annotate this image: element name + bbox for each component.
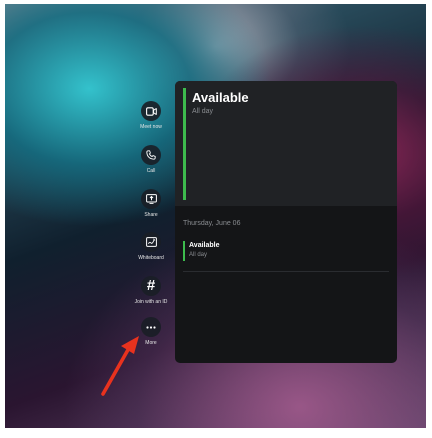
- ellipsis-icon: [146, 325, 156, 329]
- call-button[interactable]: Call: [131, 145, 171, 174]
- current-status-title: Available: [192, 90, 249, 105]
- share-label: Share: [144, 212, 158, 218]
- whiteboard-button-circle[interactable]: [141, 232, 161, 252]
- video-camera-icon: [145, 106, 157, 116]
- event-accent-bar: [183, 241, 185, 261]
- share-button[interactable]: Share: [131, 189, 171, 218]
- status-accent-bar: [183, 88, 186, 200]
- event-title: Available: [189, 242, 220, 249]
- join-with-id-button[interactable]: # Join with an ID: [131, 276, 171, 305]
- share-button-circle[interactable]: [141, 189, 161, 209]
- join-with-id-label: Join with an ID: [134, 299, 168, 305]
- whiteboard-icon: [145, 237, 157, 247]
- calendar-event[interactable]: Available All day: [183, 241, 389, 272]
- annotation-arrow-icon: [101, 336, 139, 396]
- whiteboard-label: Whiteboard: [138, 255, 164, 261]
- more-button-circle[interactable]: [141, 317, 161, 337]
- call-label: Call: [146, 168, 156, 174]
- calendar-panel: Available All day Thursday, June 06 Avai…: [175, 81, 397, 363]
- bottom-strip: [0, 428, 432, 438]
- hash-icon: #: [146, 277, 156, 294]
- call-button-circle[interactable]: [141, 145, 161, 165]
- whiteboard-button[interactable]: Whiteboard: [131, 232, 171, 261]
- day-header: Thursday, June 06: [183, 220, 241, 227]
- current-status-card[interactable]: Available All day: [175, 81, 397, 206]
- meet-now-button-circle[interactable]: [141, 101, 161, 121]
- event-subtitle: All day: [189, 252, 208, 258]
- meet-now-label: Meet now: [140, 124, 162, 130]
- meet-now-button[interactable]: Meet now: [131, 101, 171, 130]
- phone-icon: [146, 150, 156, 160]
- wallpaper: Meet now Call Share Whiteboard # Join wi…: [5, 4, 426, 428]
- share-screen-icon: [145, 194, 157, 204]
- join-with-id-button-circle[interactable]: #: [141, 276, 161, 296]
- current-status-subtitle: All day: [192, 108, 214, 115]
